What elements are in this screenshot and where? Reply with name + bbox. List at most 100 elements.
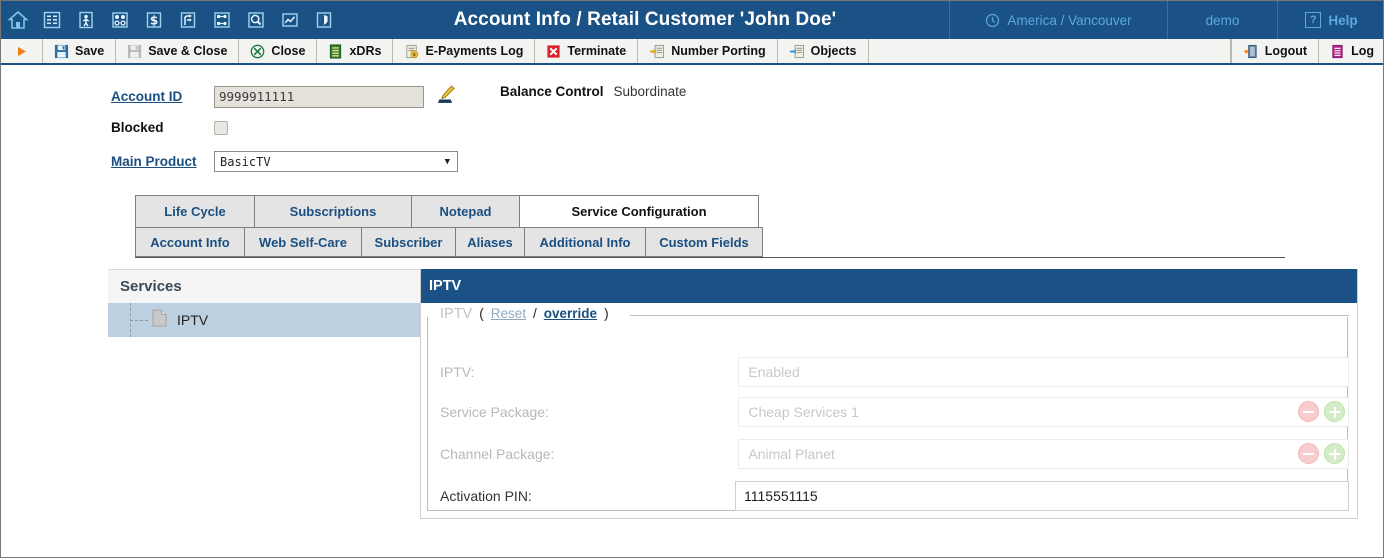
tab-label: Service Configuration [571, 204, 707, 219]
chart-icon[interactable] [273, 1, 307, 39]
tab-notepad[interactable]: Notepad [411, 195, 520, 227]
channel-package-buttons [1298, 443, 1345, 464]
user-label: demo [1205, 12, 1240, 28]
account-id-input[interactable]: 9999911111 [214, 85, 424, 108]
services-panel: Services IPTV [108, 269, 420, 337]
tab-additional-info[interactable]: Additional Info [524, 227, 646, 257]
logout-button[interactable]: Logout [1230, 39, 1318, 63]
legend-label: IPTV [440, 306, 473, 322]
channel-package-select[interactable]: Animal Planet [738, 439, 1349, 469]
search-icon[interactable] [239, 1, 273, 39]
add-service-package-button[interactable] [1324, 401, 1345, 422]
channel-package-row: Channel Package: Animal Planet [428, 433, 1349, 475]
timezone-indicator[interactable]: America / Vancouver [949, 1, 1167, 39]
shield-icon[interactable] [307, 1, 341, 39]
current-user[interactable]: demo [1167, 1, 1277, 39]
balance-control-value: Subordinate [613, 84, 687, 99]
epayments-log-button[interactable]: $ E-Payments Log [393, 39, 536, 63]
activation-pin-row: Activation PIN: 1115551115 [428, 475, 1349, 517]
remove-channel-package-button[interactable] [1298, 443, 1319, 464]
play-button[interactable] [1, 39, 43, 63]
action-toolbar: Save Save & Close Close xDRs $ E-Payment… [1, 39, 1383, 65]
edit-pencil-icon[interactable] [434, 84, 456, 109]
channel-package-value: Animal Planet [748, 446, 835, 462]
service-package-value: Cheap Services 1 [748, 404, 859, 420]
service-package-select[interactable]: Cheap Services 1 [738, 397, 1349, 427]
terminate-button[interactable]: Terminate [535, 39, 639, 63]
clock-icon [986, 13, 1000, 27]
log-button[interactable]: Log [1318, 39, 1383, 63]
tab-service-configuration[interactable]: Service Configuration [519, 195, 759, 227]
save-button[interactable]: Save [43, 39, 117, 63]
number-porting-button[interactable]: Number Porting [638, 39, 778, 63]
main-product-label[interactable]: Main Product [111, 154, 214, 169]
toolbar-spacer [869, 39, 1231, 63]
main-product-select[interactable]: BasicTV ▼ [214, 151, 458, 172]
objects-label: Objects [810, 44, 857, 58]
save-label: Save [75, 44, 105, 58]
tab-label: Life Cycle [164, 204, 226, 219]
list-icon[interactable] [35, 1, 69, 39]
tab-life-cycle[interactable]: Life Cycle [135, 195, 255, 227]
tab-web-self-care[interactable]: Web Self-Care [244, 227, 362, 257]
log-label: Log [1351, 44, 1374, 58]
tab-label: Account Info [150, 234, 230, 250]
override-link[interactable]: override [544, 306, 597, 321]
blocked-checkbox[interactable] [214, 120, 228, 135]
iptv-fieldset-legend: IPTV ( Reset / override ) [436, 306, 613, 322]
remove-service-package-button[interactable] [1298, 401, 1319, 422]
help-label: Help [1328, 12, 1358, 28]
iptv-enabled-value: Enabled [748, 364, 800, 380]
add-channel-package-button[interactable] [1324, 443, 1345, 464]
tab-label: Notepad [439, 204, 492, 219]
number-porting-icon [650, 44, 665, 58]
tab-subscriber[interactable]: Subscriber [361, 227, 456, 257]
home-icon[interactable] [1, 1, 35, 39]
tab-custom-fields[interactable]: Custom Fields [645, 227, 763, 257]
close-button[interactable]: Close [239, 39, 318, 63]
balance-control-row: Balance Control Subordinate [500, 84, 686, 99]
reset-link[interactable]: Reset [491, 306, 526, 321]
tab-aliases[interactable]: Aliases [455, 227, 525, 257]
logout-label: Logout [1264, 44, 1308, 58]
tree-elbow [130, 320, 148, 321]
dollar-icon[interactable]: $ [137, 1, 171, 39]
tab-account-info[interactable]: Account Info [135, 227, 245, 257]
blocked-label: Blocked [111, 120, 164, 135]
iptv-panel-title: IPTV [421, 269, 1357, 303]
tab-label: Additional Info [539, 234, 631, 250]
chevron-down-icon: ▼ [444, 156, 450, 167]
top-navigation-bar: $ Account Info / Retail Customer 'John D… [1, 1, 1383, 39]
tabs-underline [135, 257, 1285, 258]
legend-paren-open: ( [479, 306, 484, 321]
nodes-icon[interactable] [205, 1, 239, 39]
close-label: Close [271, 44, 306, 58]
tab-row-primary: Life Cycle Subscriptions Notepad Service… [135, 195, 762, 227]
page-title: Account Info / Retail Customer 'John Doe… [453, 9, 837, 30]
save-and-close-button[interactable]: Save & Close [116, 39, 240, 63]
account-id-label[interactable]: Account ID [111, 89, 214, 104]
tab-subscriptions[interactable]: Subscriptions [254, 195, 412, 227]
iptv-enabled-select[interactable]: Enabled [738, 357, 1349, 387]
tab-label: Web Self-Care [259, 234, 347, 250]
iptv-fieldset: IPTV ( Reset / override ) IPTV: Enabled [427, 306, 1349, 511]
routing-icon[interactable] [171, 1, 205, 39]
save-icon [54, 44, 69, 58]
terminate-icon [547, 44, 560, 58]
service-package-control: Cheap Services 1 [738, 397, 1349, 427]
question-mark-icon: ? [1305, 12, 1322, 28]
svg-text:$: $ [150, 14, 158, 28]
objects-button[interactable]: Objects [778, 39, 869, 63]
xdrs-label: xDRs [349, 44, 382, 58]
help-button[interactable]: ? Help [1277, 1, 1383, 39]
person-icon[interactable] [69, 1, 103, 39]
timezone-label: America / Vancouver [1007, 12, 1132, 28]
svg-text:$: $ [413, 52, 416, 58]
grid-circles-icon[interactable] [103, 1, 137, 39]
activation-pin-input[interactable]: 1115551115 [735, 481, 1349, 511]
services-tree-item-iptv[interactable]: IPTV [108, 303, 420, 337]
close-icon [251, 44, 265, 58]
balance-control-label: Balance Control [500, 84, 604, 99]
xdrs-button[interactable]: xDRs [317, 39, 394, 63]
logout-icon [1244, 44, 1257, 58]
